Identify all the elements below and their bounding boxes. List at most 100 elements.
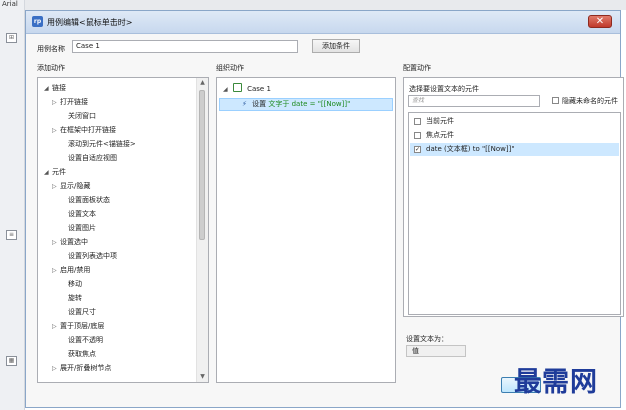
watermark-logo: 最需网 xyxy=(514,367,598,398)
widget-list-item[interactable]: 当前元件 xyxy=(410,115,619,128)
background-left-panel xyxy=(0,0,25,410)
case-name-input[interactable]: Case 1 xyxy=(72,40,298,53)
action-tree-item[interactable]: 设置不透明 xyxy=(52,334,103,347)
action-tree-panel[interactable]: ◢ 链接 ▷ 打开链接 关闭窗口 ▷ 在框架中打开链接 滚动到元件<锚链接> 设置自适应视图 ◢ 元… xyxy=(37,77,209,383)
widget-checkbox[interactable] xyxy=(414,118,421,125)
action-tree-label: 置于顶层/底层 xyxy=(60,322,105,330)
action-tree-label: 设置文本 xyxy=(68,210,96,218)
widget-search-input[interactable]: 查找 xyxy=(408,95,540,107)
hide-unnamed-checkbox[interactable] xyxy=(552,97,559,104)
action-tree-item[interactable]: 设置自适应视图 xyxy=(52,152,117,165)
action-tree-label: 获取焦点 xyxy=(68,350,96,358)
configure-actions-panel: 选择要设置文本的元件 查找 隐藏未命名的元件 当前元件焦点元件 ✓ date (文本… xyxy=(403,77,624,317)
action-tree-item[interactable]: 移动 xyxy=(52,278,82,291)
scroll-up-arrow-icon[interactable]: ▲ xyxy=(197,78,208,88)
action-prefix: 设置 xyxy=(252,100,267,108)
case-node[interactable]: ◢ Case 1 xyxy=(223,83,271,93)
action-tree-item[interactable]: 设置面板状态 xyxy=(52,194,110,207)
tree-arrow-icon[interactable]: ▷ xyxy=(52,180,60,193)
action-tree-label: 显示/隐藏 xyxy=(60,182,91,190)
action-tree-item[interactable]: 设置文本 xyxy=(52,208,96,221)
action-tree-label: 启用/禁用 xyxy=(60,266,91,274)
action-tree-label: 滚动到元件<锚链接> xyxy=(68,140,136,148)
add-action-heading: 添加动作 xyxy=(37,64,65,72)
hide-unnamed-label: 隐藏未命名的元件 xyxy=(562,97,618,105)
case-editor-dialog: rp 用例编辑<鼠标单击时> ✕ 用例名称 Case 1 添加条件 添加动作 组… xyxy=(25,10,624,408)
panel-toggle-icon[interactable]: ⊞ xyxy=(6,33,17,43)
widget-list: 当前元件焦点元件 ✓ date (文本框) to "[[Now]]" xyxy=(408,112,621,315)
action-tree-label: 设置面板状态 xyxy=(68,196,110,204)
action-tree-item[interactable]: ◢ 链接 xyxy=(44,82,66,95)
action-item-set-text[interactable]: ⚡ 设置 文字于 date = "[[Now]]" xyxy=(219,98,393,111)
action-tree-label: 设置自适应视图 xyxy=(68,154,117,162)
action-tree-item[interactable]: ◢ 元件 xyxy=(44,166,66,179)
action-tree-label: 在框架中打开链接 xyxy=(60,126,116,134)
configure-actions-heading: 配置动作 xyxy=(403,64,431,72)
select-widget-label: 选择要设置文本的元件 xyxy=(409,85,479,93)
scroll-down-arrow-icon[interactable]: ▼ xyxy=(197,372,208,382)
background-toolbar xyxy=(0,0,626,10)
widget-checkbox[interactable]: ✓ xyxy=(414,146,421,153)
action-tree-item[interactable]: ▷ 设置选中 xyxy=(52,236,88,249)
action-tree-item[interactable]: 关闭窗口 xyxy=(52,110,96,123)
action-tree-scrollbar[interactable]: ▲ ▼ xyxy=(196,78,208,382)
widget-label: 焦点元件 xyxy=(426,131,454,139)
tree-arrow-icon[interactable]: ▷ xyxy=(52,236,60,249)
widget-label: 当前元件 xyxy=(426,117,454,125)
tree-arrow-icon[interactable]: ▷ xyxy=(52,320,60,333)
tree-arrow-icon[interactable]: ▷ xyxy=(52,96,60,109)
action-tree-item[interactable]: ▷ 置于顶层/底层 xyxy=(52,320,104,333)
action-tree-label: 设置不透明 xyxy=(68,336,103,344)
action-detail: 文字于 date = "[[Now]]" xyxy=(268,100,351,108)
action-tree-label: 链接 xyxy=(52,84,66,92)
set-text-label: 设置文本为： xyxy=(406,335,448,343)
widget-label: date (文本框) to "[[Now]]" xyxy=(426,145,515,153)
action-tree-item[interactable]: ▷ 显示/隐藏 xyxy=(52,180,90,193)
action-tree-label: 设置图片 xyxy=(68,224,96,232)
case-name-label: 用例名称 xyxy=(37,45,65,53)
close-button[interactable]: ✕ xyxy=(588,15,612,28)
action-tree-label: 移动 xyxy=(68,280,82,288)
case-icon xyxy=(232,83,242,92)
action-tree-item[interactable]: 获取焦点 xyxy=(52,348,96,361)
action-tree-label: 展开/折叠树节点 xyxy=(60,364,112,372)
action-tree-label: 设置列表选中项 xyxy=(68,252,117,260)
action-tree-label: 设置选中 xyxy=(60,238,88,246)
action-tree-item[interactable]: 设置列表选中项 xyxy=(52,250,117,263)
dialog-title: 用例编辑<鼠标单击时> xyxy=(47,18,133,27)
tree-arrow-icon[interactable]: ◢ xyxy=(44,82,52,95)
action-tree-item[interactable]: 设置尺寸 xyxy=(52,306,96,319)
case-node-label: Case 1 xyxy=(247,85,271,93)
dialog-titlebar[interactable]: rp 用例编辑<鼠标单击时> ✕ xyxy=(26,11,620,34)
tree-arrow-icon[interactable]: ▷ xyxy=(52,264,60,277)
widget-list-item[interactable]: 焦点元件 xyxy=(410,129,619,142)
tree-arrow-icon[interactable]: ▷ xyxy=(52,124,60,137)
action-tree-item[interactable]: ▷ 在框架中打开链接 xyxy=(52,124,116,137)
action-tree-label: 旋转 xyxy=(68,294,82,302)
collapse-arrow-icon[interactable]: ◢ xyxy=(223,86,228,93)
value-type-dropdown[interactable]: 值 xyxy=(406,345,466,357)
tree-arrow-icon[interactable]: ▷ xyxy=(52,362,60,375)
add-condition-button[interactable]: 添加条件 xyxy=(312,39,360,53)
action-tree-item[interactable]: 滚动到元件<锚链接> xyxy=(52,138,136,151)
action-tree-label: 关闭窗口 xyxy=(68,112,96,120)
action-tree-label: 设置尺寸 xyxy=(68,308,96,316)
grid-icon[interactable]: ▦ xyxy=(6,356,17,366)
font-name-label: Arial xyxy=(2,0,18,8)
lightning-icon: ⚡ xyxy=(242,100,247,108)
action-tree-item[interactable]: 旋转 xyxy=(52,292,82,305)
list-icon[interactable]: ≡ xyxy=(6,230,17,240)
organize-actions-panel: ◢ Case 1 ⚡ 设置 文字于 date = "[[Now]]" xyxy=(216,77,396,383)
widget-list-item[interactable]: ✓ date (文本框) to "[[Now]]" xyxy=(410,143,619,156)
action-tree-item[interactable]: ▷ 启用/禁用 xyxy=(52,264,90,277)
action-tree-item[interactable]: ▷ 打开链接 xyxy=(52,96,88,109)
tree-arrow-icon[interactable]: ◢ xyxy=(44,166,52,179)
scroll-thumb[interactable] xyxy=(199,90,205,240)
action-tree-label: 打开链接 xyxy=(60,98,88,106)
action-tree-item[interactable]: 设置图片 xyxy=(52,222,96,235)
widget-checkbox[interactable] xyxy=(414,132,421,139)
action-tree-item[interactable]: ▷ 展开/折叠树节点 xyxy=(52,362,111,375)
axure-app-icon: rp xyxy=(32,16,43,27)
action-tree-label: 元件 xyxy=(52,168,66,176)
organize-actions-heading: 组织动作 xyxy=(216,64,244,72)
